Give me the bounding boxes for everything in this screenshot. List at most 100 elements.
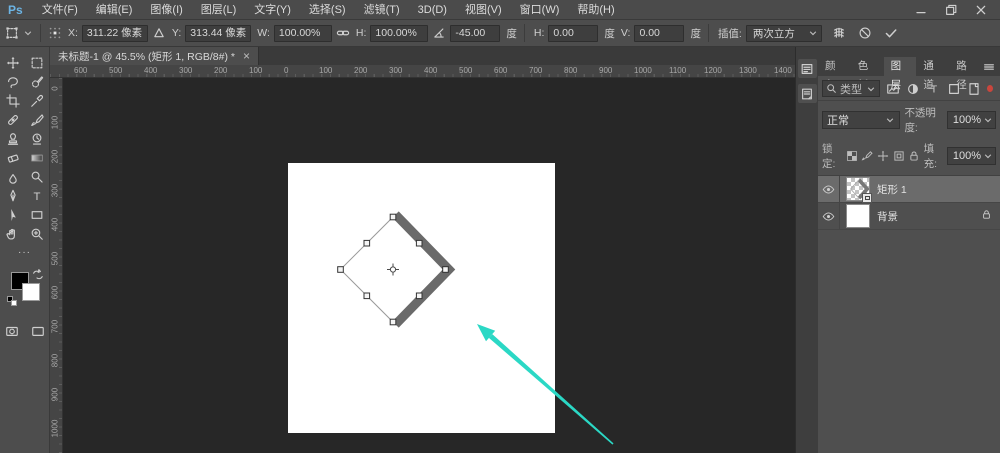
background-color-swatch[interactable] (21, 283, 40, 301)
vskew-input[interactable]: 0.00 (634, 24, 685, 42)
tool-gradient[interactable] (25, 148, 49, 167)
default-colors-icon[interactable] (6, 296, 18, 307)
commit-transform-icon[interactable] (884, 26, 898, 40)
menu-item[interactable]: 编辑(E) (87, 0, 142, 20)
angle-input[interactable]: -45.00 (450, 24, 501, 42)
panel-tab-4[interactable]: 路径 (949, 57, 982, 91)
transform-handle[interactable] (415, 239, 423, 247)
fill-field[interactable]: 100% (946, 147, 997, 165)
panel-menu-icon[interactable] (982, 57, 996, 76)
maintain-aspect-link-icon[interactable] (336, 26, 350, 40)
transform-handle[interactable] (337, 266, 344, 273)
tool-hand[interactable] (1, 224, 25, 243)
opacity-field[interactable]: 100% (946, 111, 996, 129)
hskew-input[interactable]: 0.00 (548, 24, 599, 42)
filter-toggle-icon[interactable] (986, 85, 994, 92)
menu-item[interactable]: 选择(S) (300, 0, 355, 20)
tool-healing-brush[interactable] (1, 110, 25, 129)
panel-tab-3[interactable]: 通道 (916, 57, 950, 91)
lock-position-icon[interactable] (877, 149, 890, 164)
menu-item[interactable]: 滤镜(T) (355, 0, 409, 20)
hruler-label: 1000 (634, 66, 652, 75)
transform-handle[interactable] (389, 213, 397, 221)
menu-item[interactable]: 窗口(W) (511, 0, 569, 20)
type-icon: T (30, 189, 44, 203)
tool-path-select[interactable] (1, 205, 25, 224)
y-input[interactable]: 313.44 像素 (185, 24, 252, 42)
document-tab[interactable]: 未标题-1 @ 45.5% (矩形 1, RGB/8#) * × (50, 47, 259, 65)
tool-dodge[interactable] (25, 167, 49, 186)
lock-image-pixels-icon[interactable] (861, 149, 874, 164)
filter-adjustment-layers-icon[interactable] (906, 80, 921, 97)
canvas-workspace[interactable] (63, 78, 795, 453)
tool-brush[interactable] (25, 110, 49, 129)
reference-point-locator-icon[interactable] (48, 26, 62, 40)
horizontal-ruler[interactable]: 600 500 400 300 200 100 0 100 200 300 400 500 600 700… (50, 65, 795, 78)
filter-kind-select[interactable]: 类型 (822, 80, 881, 97)
blend-mode-select[interactable]: 正常 (822, 111, 901, 129)
filter-pixel-layers-icon[interactable] (885, 80, 900, 97)
menu-item[interactable]: 图层(L) (192, 0, 245, 20)
filter-shape-layers-icon[interactable] (946, 80, 961, 97)
transform-handle[interactable] (389, 318, 397, 326)
lock-transparent-pixels-icon[interactable] (845, 149, 858, 164)
menu-item[interactable]: 文件(F) (33, 0, 87, 20)
quick-mask-icon[interactable] (5, 324, 19, 338)
tool-eraser[interactable] (1, 148, 25, 167)
tool-quick-select[interactable] (25, 72, 49, 91)
close-icon[interactable] (968, 2, 994, 18)
tool-shape[interactable] (25, 205, 49, 224)
minimize-icon[interactable] (908, 2, 934, 18)
menu-item[interactable]: 帮助(H) (568, 0, 623, 20)
height-input[interactable]: 100.00% (370, 24, 429, 42)
filter-type-layers-icon[interactable]: T (926, 80, 941, 97)
tool-smudge[interactable] (1, 167, 25, 186)
history-panel-icon[interactable] (797, 59, 817, 78)
lock-all-icon[interactable] (908, 149, 921, 164)
transform-handle[interactable] (363, 239, 371, 247)
panel-tab-1[interactable]: 色板 (850, 57, 884, 91)
edit-toolbar-button[interactable]: ··· (0, 247, 49, 258)
cancel-transform-icon[interactable] (858, 26, 872, 40)
tool-rect-marquee[interactable] (25, 53, 49, 72)
panel-tab-layers[interactable]: 图层 (883, 57, 917, 91)
transform-handle[interactable] (415, 292, 423, 300)
warp-mode-toggle-icon[interactable] (832, 26, 846, 40)
tool-history-brush[interactable] (25, 129, 49, 148)
properties-panel-icon[interactable] (797, 84, 817, 103)
screen-mode-icon[interactable] (31, 324, 45, 338)
tool-type[interactable]: T (25, 186, 49, 205)
layer-row[interactable]: 背景 (818, 203, 1000, 230)
layer-thumbnail[interactable] (846, 204, 870, 228)
tool-pen[interactable] (1, 186, 25, 205)
tool-lasso[interactable] (1, 72, 25, 91)
menu-item[interactable]: 视图(V) (456, 0, 511, 20)
transform-handle[interactable] (442, 266, 449, 273)
transform-handle[interactable] (363, 292, 371, 300)
menu-item[interactable]: 图像(I) (141, 0, 191, 20)
menu-item[interactable]: 3D(D) (409, 0, 456, 20)
layer-row[interactable]: 矩形 1 (818, 176, 1000, 203)
width-input[interactable]: 100.00% (273, 24, 332, 42)
interpolation-select[interactable]: 两次立方 (745, 24, 822, 42)
shape-rectangle[interactable] (339, 216, 447, 323)
tool-zoom[interactable] (25, 224, 49, 243)
layer-visibility-eye-icon[interactable] (818, 176, 840, 202)
filter-smart-objects-icon[interactable] (966, 80, 981, 97)
tool-crop[interactable] (1, 91, 25, 110)
swap-colors-icon[interactable] (31, 268, 45, 282)
tool-preset-chevron-icon[interactable] (23, 28, 33, 38)
tool-clone-stamp[interactable] (1, 129, 25, 148)
tab-close-icon[interactable]: × (243, 49, 250, 63)
tool-eyedropper[interactable] (25, 91, 49, 110)
menu-item[interactable]: 文字(Y) (245, 0, 300, 20)
lock-artboard-icon[interactable] (892, 149, 905, 164)
restore-icon[interactable] (938, 2, 964, 18)
layer-visibility-eye-icon[interactable] (818, 203, 840, 229)
tool-move[interactable] (1, 53, 25, 72)
x-input[interactable]: 311.22 像素 (81, 24, 148, 42)
relative-position-icon[interactable] (152, 26, 166, 40)
vertical-ruler[interactable]: 0 100 200 300 400 500 600 700 800 900 1000 (50, 78, 63, 453)
layer-thumbnail[interactable] (846, 177, 872, 203)
panel-tab-0[interactable]: 颜色 (818, 57, 851, 91)
